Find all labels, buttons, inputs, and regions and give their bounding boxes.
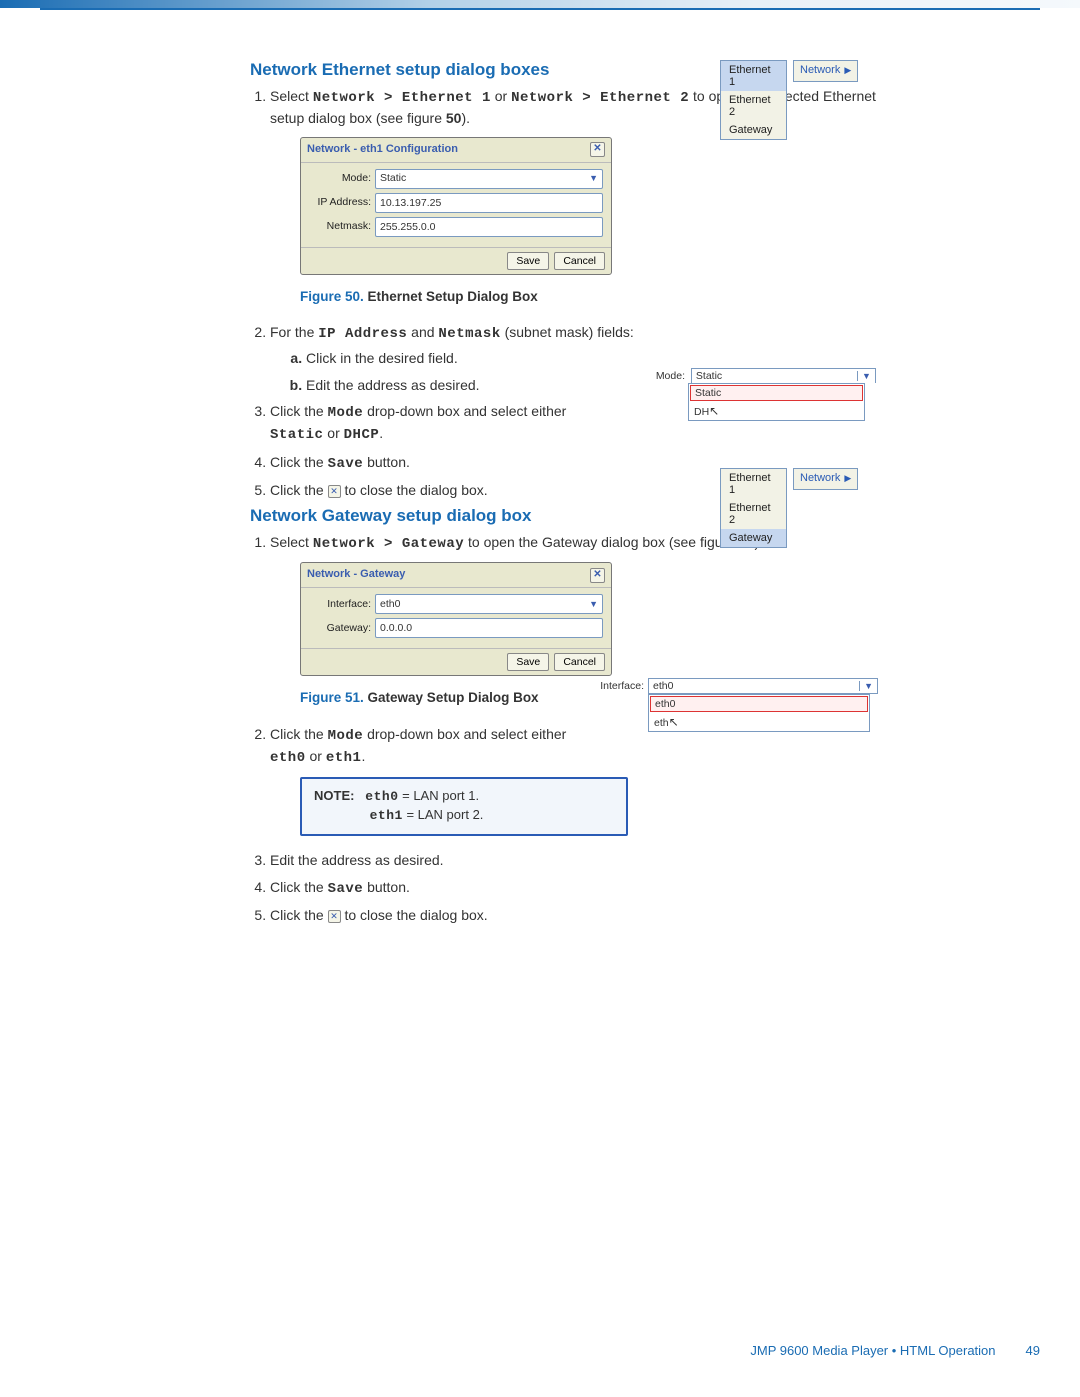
gateway-dialog-title: Network - Gateway: [307, 567, 405, 583]
netmask-label: Netmask:: [309, 219, 375, 234]
chevron-down-icon: ▼: [589, 172, 598, 185]
figure50-caption: Figure 50. Ethernet Setup Dialog Box: [300, 287, 890, 307]
chevron-down-icon: ▼: [589, 598, 598, 611]
if-dd-select[interactable]: eth0 ▼: [648, 678, 878, 694]
gateway-input[interactable]: 0.0.0.0: [375, 618, 603, 638]
if-dd-option-eth0[interactable]: eth0: [650, 696, 868, 712]
s2-step2: Click the Mode drop-down box and select …: [270, 724, 600, 836]
ethernet-dialog-title: Network - eth1 Configuration: [307, 142, 458, 158]
ethernet-dialog: Network - eth1 Configuration ✕ Mode: Sta…: [300, 137, 612, 275]
network-submenu-1: Ethernet 1 Ethernet 2 Gateway: [720, 60, 787, 140]
mode-dropdown-open: Mode: Static ▼ Static DH↖: [630, 368, 876, 421]
save-button[interactable]: Save: [507, 252, 549, 270]
chevron-down-icon: ▼: [859, 681, 873, 691]
s2-step3: Edit the address as desired.: [270, 850, 890, 870]
gateway-dialog: Network - Gateway ✕ Interface: eth0▼ Gat…: [300, 562, 612, 676]
s2-step4: Click the Save button.: [270, 877, 890, 899]
network-menu-2: Ethernet 1 Ethernet 2 Gateway Network▶: [720, 468, 858, 548]
close-icon[interactable]: ✕: [590, 568, 605, 583]
page-footer: JMP 9600 Media Player • HTML Operation49: [750, 1343, 1040, 1358]
mode-dd-list: Static DH↖: [688, 383, 865, 421]
cursor-icon: ↖: [709, 404, 719, 418]
mode-dd-label: Mode:: [630, 370, 688, 382]
network-menu-1: Ethernet 1 Ethernet 2 Gateway Network▶: [720, 60, 858, 140]
interface-label: Interface:: [309, 597, 375, 612]
s1-step3: Click the Mode drop-down box and select …: [270, 401, 620, 446]
s2-step5: Click the ✕ to close the dialog box.: [270, 905, 890, 925]
menu-item-ethernet2[interactable]: Ethernet 2: [721, 91, 786, 121]
gateway-label: Gateway:: [309, 621, 375, 636]
menu-item-ethernet1[interactable]: Ethernet 1: [721, 61, 786, 91]
mode-dd-select[interactable]: Static ▼: [691, 368, 876, 383]
mode-label: Mode:: [309, 171, 375, 186]
if-dd-list: eth0 eth↖: [648, 694, 870, 732]
interface-dropdown-open: Interface: eth0 ▼ eth0 eth↖: [596, 678, 878, 732]
cancel-button[interactable]: Cancel: [554, 653, 605, 671]
menu-item-gateway-2[interactable]: Gateway: [721, 529, 786, 547]
save-button[interactable]: Save: [507, 653, 549, 671]
ip-input[interactable]: 10.13.197.25: [375, 193, 603, 213]
menu-item-ethernet1-2[interactable]: Ethernet 1: [721, 469, 786, 499]
chevron-down-icon: ▼: [857, 371, 871, 381]
close-icon[interactable]: ✕: [590, 142, 605, 157]
s1-step2a: Click in the desired field.: [306, 348, 890, 368]
cursor-icon: ↖: [669, 715, 679, 729]
if-dd-option-eth1[interactable]: eth↖: [649, 713, 869, 731]
mode-select[interactable]: Static▼: [375, 169, 603, 189]
menu-item-ethernet2-2[interactable]: Ethernet 2: [721, 499, 786, 529]
mode-dd-option-dhcp[interactable]: DH↖: [689, 402, 864, 420]
mode-dd-option-static[interactable]: Static: [690, 385, 863, 401]
note-box: NOTE: eth0 = LAN port 1. eth1 = LAN port…: [300, 777, 628, 837]
network-submenu-2: Ethernet 1 Ethernet 2 Gateway: [720, 468, 787, 548]
menu-crumb-network-1[interactable]: Network▶: [793, 60, 858, 82]
cancel-button[interactable]: Cancel: [554, 252, 605, 270]
top-divider: [40, 8, 1040, 10]
header-gradient: [0, 0, 1080, 8]
ip-label: IP Address:: [309, 195, 375, 210]
close-icon: ✕: [328, 485, 341, 498]
netmask-input[interactable]: 255.255.0.0: [375, 217, 603, 237]
interface-select[interactable]: eth0▼: [375, 594, 603, 614]
close-icon: ✕: [328, 910, 341, 923]
if-dd-label: Interface:: [596, 680, 648, 692]
menu-item-gateway[interactable]: Gateway: [721, 121, 786, 139]
menu-crumb-network-2[interactable]: Network▶: [793, 468, 858, 490]
